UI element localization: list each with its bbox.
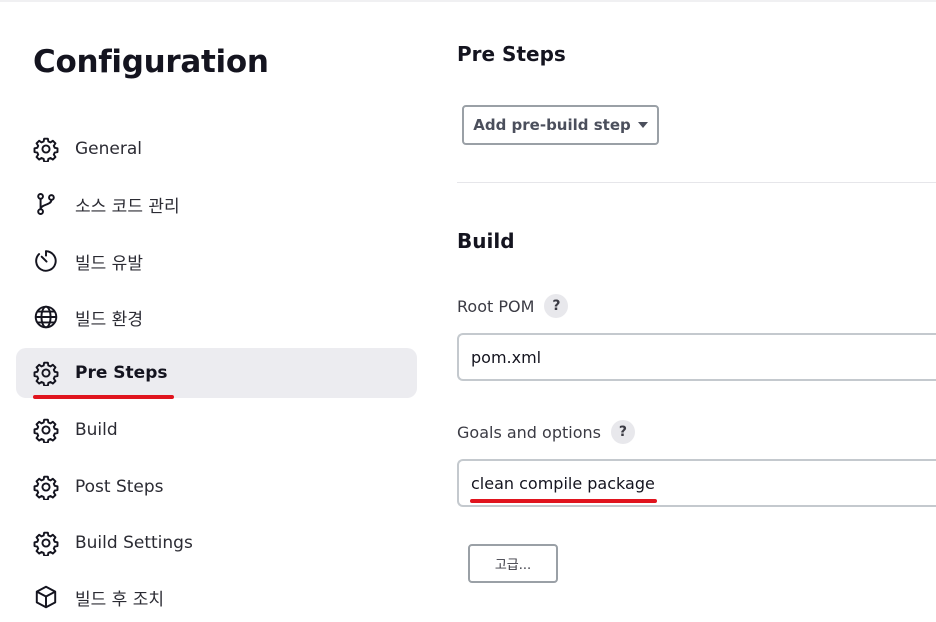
sidebar-item-label: Build Settings [75,533,193,553]
sidebar-item-label: 빌드 유발 [75,253,143,274]
main-content: Pre Steps Add pre-build step Build Root … [430,0,936,606]
add-pre-build-step-label: Add pre-build step [473,116,631,134]
sidebar-item-build-triggers[interactable]: 빌드 유발 [16,236,417,286]
sidebar: Configuration General 소스 코드 관리 빌드 유발 빌드 … [0,0,430,610]
sidebar-item-label: Post Steps [75,477,164,497]
highlight-underline [470,499,657,503]
caret-down-icon [637,122,648,128]
gear-icon [32,473,60,501]
add-pre-build-step-button[interactable]: Add pre-build step [462,105,659,145]
sidebar-item-label: Build [75,420,118,440]
sidebar-item-post-build-actions[interactable]: 빌드 후 조치 [16,572,417,622]
sidebar-item-build-settings[interactable]: Build Settings [16,518,417,568]
root-pom-label: Root POM [457,296,535,316]
sidebar-item-pre-steps[interactable]: Pre Steps [16,348,417,398]
root-pom-input[interactable] [457,333,936,381]
page-title: Configuration [33,44,269,80]
sidebar-item-label: 빌드 환경 [75,309,143,330]
sidebar-item-build-environment[interactable]: 빌드 환경 [16,292,417,342]
globe-icon [32,303,60,331]
gear-icon [32,416,60,444]
sidebar-item-label: 소스 코드 관리 [75,196,180,217]
sidebar-item-post-steps[interactable]: Post Steps [16,462,417,512]
pre-steps-title: Pre Steps [457,42,566,66]
sidebar-item-build[interactable]: Build [16,405,417,455]
gear-icon [32,359,60,387]
advanced-button[interactable]: 고급... [468,544,558,583]
gear-icon [32,135,60,163]
build-title: Build [457,229,515,253]
root-pom-label-row: Root POM ? [457,294,569,318]
sidebar-item-label: General [75,139,142,159]
timer-icon [32,247,60,275]
sidebar-item-source-code[interactable]: 소스 코드 관리 [16,179,417,229]
gear-icon [32,529,60,557]
cube-icon [32,583,60,611]
sidebar-item-label: Pre Steps [75,363,168,383]
highlight-underline [33,395,174,399]
git-branch-icon [32,190,60,218]
help-icon[interactable]: ? [544,294,569,318]
goals-label: Goals and options [457,422,601,442]
help-icon[interactable]: ? [610,420,635,444]
goals-label-row: Goals and options ? [457,420,635,444]
sidebar-item-general[interactable]: General [16,124,417,174]
section-divider [457,182,936,183]
